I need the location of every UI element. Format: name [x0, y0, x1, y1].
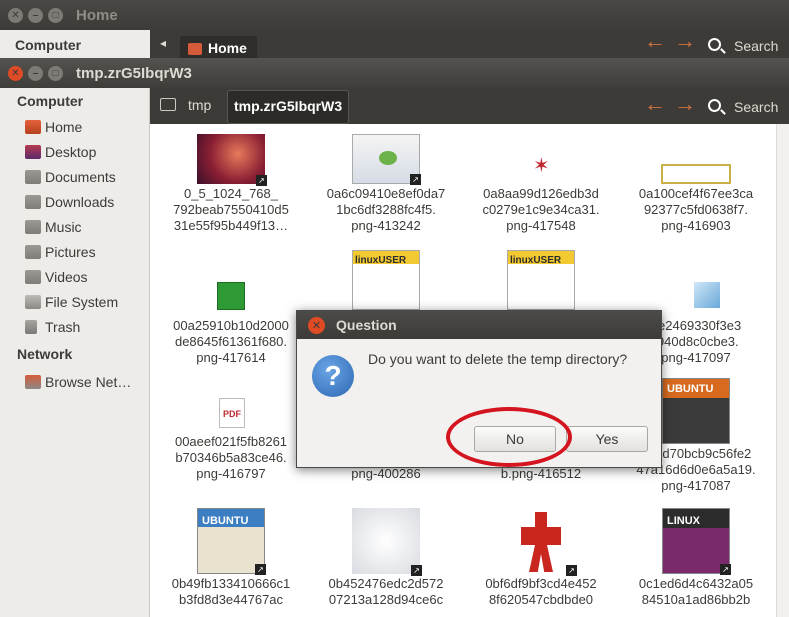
sidebar-heading-computer: Computer	[17, 93, 84, 109]
file-item[interactable]: 0a100cef4f67ee3ca 92377c5fd0638f7. png-4…	[621, 134, 771, 234]
symlink-icon: ↗	[410, 174, 421, 185]
location-toolbar: tmp tmp.zrG5IbqrW3 ← → Search	[150, 88, 789, 124]
vertical-scrollbar[interactable]	[776, 124, 789, 617]
file-item[interactable]: linuxUSER	[311, 250, 461, 312]
thumbnail-image: PDF	[197, 382, 265, 432]
thumbnail-image: UBUNTU	[662, 378, 730, 444]
breadcrumb-current[interactable]: tmp.zrG5IbqrW3	[227, 90, 350, 124]
background-titlebar: ✕ – □ Home	[0, 0, 789, 30]
videos-folder-icon	[25, 269, 41, 284]
music-folder-icon	[25, 219, 41, 234]
thumbnail-image: LINUX ↗	[662, 508, 731, 575]
drive-icon	[25, 294, 41, 309]
thumbnail-image: ↗	[352, 508, 422, 576]
sidebar-item-documents[interactable]: Documents	[0, 164, 149, 189]
sidebar-item-desktop[interactable]: Desktop	[0, 139, 149, 164]
search-button-label[interactable]: Search	[734, 99, 778, 115]
symlink-icon: ↗	[255, 564, 266, 575]
thumbnail-image	[662, 256, 730, 316]
dialog-titlebar: ✕ Question	[297, 311, 661, 339]
file-item[interactable]: ↗ 0a6c09410e8ef0da7 1bc6df3288fc4f5. png…	[311, 134, 461, 234]
desktop-folder-icon	[25, 144, 41, 159]
symlink-icon: ↗	[411, 565, 422, 576]
red-highlight-ellipse	[446, 407, 572, 467]
thumbnail-image	[661, 134, 731, 184]
yes-button[interactable]: Yes	[566, 426, 648, 452]
forward-arrow-icon[interactable]: →	[674, 28, 696, 54]
close-window-icon[interactable]: ✕	[8, 65, 23, 81]
breadcrumb-tmp[interactable]: tmp	[188, 97, 211, 113]
dialog-title: Question	[336, 317, 397, 333]
trash-icon	[25, 319, 37, 334]
minimize-window-icon[interactable]: –	[28, 65, 43, 81]
maximize-window-icon[interactable]: □	[48, 7, 63, 23]
symlink-icon: ↗	[720, 564, 731, 575]
documents-folder-icon	[25, 169, 41, 184]
thumbnail-image: ↗	[197, 134, 267, 186]
close-dialog-icon[interactable]: ✕	[308, 316, 325, 334]
thumbnail-image: linuxUSER	[507, 250, 575, 310]
window-titlebar: ✕ – □ tmp.zrG5IbqrW3	[0, 58, 789, 88]
thumbnail-image	[197, 256, 265, 316]
search-icon[interactable]	[708, 38, 721, 51]
sidebar-heading-network: Network	[17, 346, 73, 362]
thumbnail-image: ↗	[352, 134, 421, 185]
thumbnail-image: ✶	[533, 155, 550, 177]
pictures-folder-icon	[25, 244, 41, 259]
thumbnail-image: ↗	[507, 508, 577, 576]
file-item[interactable]: ✶ 0a8aa99d126edb3d c0279e1c9e34ca31. png…	[466, 134, 616, 234]
file-item[interactable]: ↗ 0bf6df9bf3cd4e452 8f620547cbdbde0	[466, 508, 616, 608]
minimize-window-icon[interactable]: –	[28, 7, 43, 23]
maximize-window-icon[interactable]: □	[48, 65, 63, 81]
file-item[interactable]: LINUX ↗ 0c1ed6d4c6432a05 84510a1ad86bb2b	[621, 508, 771, 608]
sidebar-item-trash[interactable]: Trash	[0, 314, 149, 339]
thumbnail-image: linuxUSER	[352, 250, 420, 310]
search-icon[interactable]	[708, 99, 721, 112]
drive-icon[interactable]	[160, 98, 176, 111]
sidebar-heading-computer: Computer	[0, 30, 150, 60]
file-item[interactable]: ↗ 0_5_1024_768_ 792beab7550410d5 31e55f9…	[156, 134, 306, 234]
home-folder-icon	[25, 119, 41, 134]
back-arrow-icon[interactable]: ←	[644, 91, 666, 117]
background-window: ✕ – □ Home Computer ◂ Home ← → Search	[0, 0, 789, 62]
sidebar-item-downloads[interactable]: Downloads	[0, 189, 149, 214]
forward-arrow-icon[interactable]: →	[674, 91, 696, 117]
file-item[interactable]: UBUNTU ↗ 0b49fb133410666c1 b3fd8d3e44767a…	[156, 508, 306, 608]
caret-left-icon[interactable]: ◂	[160, 36, 166, 50]
file-item[interactable]: PDF 00aeef021f5fb8261 b70346b5a83ce46. p…	[156, 382, 306, 482]
window-title: tmp.zrG5IbqrW3	[76, 64, 192, 82]
sidebar-item-pictures[interactable]: Pictures	[0, 239, 149, 264]
file-item[interactable]: 00a25910b10d2000 de8645f61361f680. png-4…	[156, 256, 306, 366]
sidebar-item-music[interactable]: Music	[0, 214, 149, 239]
file-item[interactable]: linuxUSER	[466, 250, 616, 312]
downloads-folder-icon	[25, 194, 41, 209]
question-icon: ?	[312, 355, 354, 397]
sidebar-item-home[interactable]: Home	[0, 114, 149, 139]
sidebar-item-videos[interactable]: Videos	[0, 264, 149, 289]
file-item[interactable]: ↗ 0b452476edc2d572 07213a128d94ce6c	[311, 508, 461, 608]
thumbnail-image: UBUNTU ↗	[197, 508, 266, 575]
network-icon	[25, 374, 41, 389]
symlink-icon: ↗	[566, 565, 577, 576]
sidebar-item-browse-network[interactable]: Browse Net…	[0, 369, 149, 394]
sidebar: Computer Home Desktop Documents Download…	[0, 88, 150, 617]
search-button-label[interactable]: Search	[734, 38, 778, 54]
window-title: Home	[76, 6, 118, 24]
dialog-message: Do you want to delete the temp directory…	[368, 351, 628, 367]
back-arrow-icon[interactable]: ←	[644, 28, 666, 54]
symlink-icon: ↗	[256, 175, 267, 186]
close-window-icon[interactable]: ✕	[8, 7, 23, 23]
sidebar-item-file-system[interactable]: File System	[0, 289, 149, 314]
home-folder-icon	[188, 43, 202, 55]
background-toolbar: ◂ Home ← → Search	[150, 28, 789, 62]
